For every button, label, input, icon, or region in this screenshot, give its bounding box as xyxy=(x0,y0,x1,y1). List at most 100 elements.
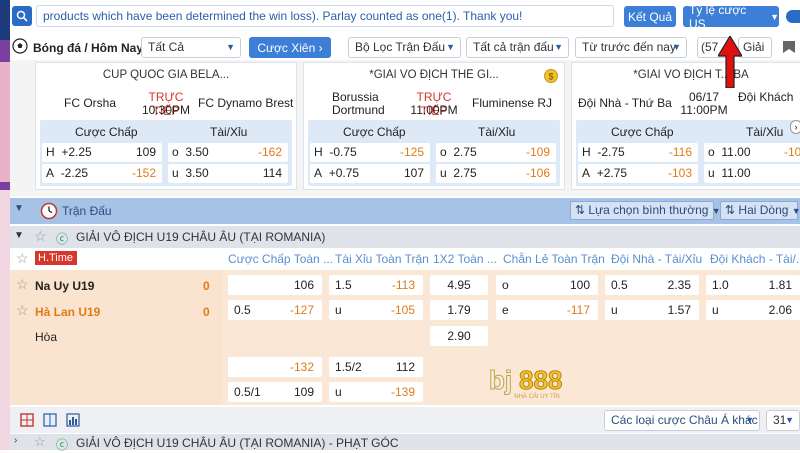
card-home-team: FC Orsha xyxy=(64,96,117,110)
col-away-ou[interactable]: Đội Khách - Tài/... xyxy=(710,252,800,266)
chevron-right-icon[interactable]: › xyxy=(790,120,800,134)
odds-cell[interactable]: H +2.25 109 xyxy=(42,143,162,162)
odds-value: 1.79 xyxy=(447,303,471,317)
odds-cell[interactable]: o 100 xyxy=(496,275,598,295)
col-over-under[interactable]: Tài Xỉu Toàn Trận xyxy=(335,252,429,266)
all-matches-select[interactable]: Tất cả trận đấu ▼ xyxy=(466,37,569,58)
odds-cell[interactable]: u -139 xyxy=(329,382,423,402)
star-icon[interactable]: ☆ xyxy=(16,250,29,267)
odds-cell[interactable]: o 3.50 -162 xyxy=(168,143,288,162)
side-label: A xyxy=(582,166,591,180)
odds-value: -105 xyxy=(390,303,415,317)
coin-icon: $ xyxy=(544,69,558,83)
col-home-ou[interactable]: Đội Nhà - Tài/Xỉu xyxy=(611,252,702,266)
view-select[interactable]: ⇅ Lựa chọn bình thường ▼ xyxy=(570,201,721,220)
odds-cell[interactable]: -132 xyxy=(228,357,322,377)
odds-cell[interactable]: 1.0 1.81 xyxy=(706,275,800,295)
chevron-down-icon[interactable]: ▼ xyxy=(14,230,24,241)
star-icon[interactable]: ☆ xyxy=(16,276,29,293)
col-1x2[interactable]: 1X2 Toàn ... xyxy=(433,252,497,266)
match-filter-select[interactable]: Bộ Lọc Trận Đấu ▼ xyxy=(348,37,461,58)
line-value: 11.00 xyxy=(721,166,751,180)
card-handicap-header: Cược Chấp xyxy=(611,125,674,139)
line-value: 0.5/1 xyxy=(234,385,261,399)
odds-cell[interactable]: u 1.57 xyxy=(605,300,699,320)
odds-cell[interactable]: u 2.75 -106 xyxy=(436,164,556,183)
odds-cell[interactable]: u 2.06 xyxy=(706,300,800,320)
star-icon[interactable]: ☆ xyxy=(34,434,46,450)
chevron-down-icon: ▼ xyxy=(672,42,681,52)
odds-cell[interactable]: 1.79 xyxy=(430,300,488,320)
col-handicap[interactable]: Cược Chấp Toàn ... xyxy=(228,252,333,266)
odds-cell[interactable]: A -2.25 -152 xyxy=(42,164,162,183)
odds-cell[interactable]: 0.5 -127 xyxy=(228,300,322,320)
odds-value: 2.35 xyxy=(667,278,691,292)
chevron-right-icon[interactable]: › xyxy=(14,435,17,446)
odds-cell[interactable]: 0.5/1 109 xyxy=(228,382,322,402)
home-team: Na Uy U19 xyxy=(35,279,95,293)
odds-cell[interactable]: H -0.75 -125 xyxy=(310,143,430,162)
odds-format-select[interactable]: Tỷ lệ cược US ▼ xyxy=(683,3,779,31)
toggle-switch[interactable] xyxy=(786,10,800,23)
league-select[interactable]: Giải xyxy=(738,37,772,58)
line-value: 3.50 xyxy=(185,166,209,180)
odds-cell[interactable]: e -117 xyxy=(496,300,598,320)
featured-card[interactable]: *GIẢI VÔ ĐỊCH THẾ GI... $ Borussia Dortm… xyxy=(303,62,565,190)
lines-select-value: Hai Dòng xyxy=(738,203,789,217)
next-league-bar[interactable]: › ☆ ⓒ GIẢI VÔ ĐỊCH U19 CHÂU ÂU (TẠI ROMA… xyxy=(10,434,800,452)
parlay-button[interactable]: Cược Xiên › xyxy=(249,37,331,58)
league-bar[interactable]: ▼ ☆ ⓒ GIẢI VÔ ĐỊCH U19 CHÂU ÂU (TẠI ROMA… xyxy=(10,226,800,248)
card-away-team: Đội Khách xyxy=(738,90,794,104)
col-odd-even[interactable]: Chẵn Lẻ Toàn Trận xyxy=(503,252,605,266)
stats-icon[interactable] xyxy=(66,413,80,427)
bet-count-select[interactable]: 31 ▼ xyxy=(766,410,800,431)
odds-cell[interactable]: 1.5 -113 xyxy=(329,275,423,295)
red-arrow-annotation xyxy=(718,36,742,88)
search-icon xyxy=(16,10,28,22)
filter-icon: ⇅ xyxy=(725,203,736,217)
chevron-down-icon: ▼ xyxy=(554,42,563,52)
odds-cell[interactable]: u 11.00 xyxy=(704,164,800,183)
card-odds: Cược Chấp Tài/Xỉu H -2.75 -116 o 11.00 -10… xyxy=(576,120,800,186)
svg-text:NHÀ CÁI UY TÍN: NHÀ CÁI UY TÍN xyxy=(514,393,559,400)
favorite-icon[interactable] xyxy=(781,40,797,54)
sort-select[interactable]: Từ trước đến nay ▼ xyxy=(575,37,687,58)
odds-cell[interactable]: u 3.50 114 xyxy=(168,164,288,183)
odds-cell[interactable]: 1.5/2 112 xyxy=(329,357,423,377)
chevron-down-icon[interactable]: ▼ xyxy=(14,203,24,214)
market-select[interactable]: Tất Cả ▼ xyxy=(141,37,241,58)
card-ou-header: Tài/Xỉu xyxy=(746,125,784,139)
featured-card[interactable]: *GIẢI VÔ ĐỊCH T... BA Đội Nhà - Thứ Ba 0… xyxy=(571,62,800,190)
odds-value: -117 xyxy=(566,303,590,317)
star-icon[interactable]: ☆ xyxy=(34,228,47,245)
featured-card[interactable]: CÚP QUỐC GIA BELA... FC Orsha TRỰC TIẾP … xyxy=(35,62,297,190)
live-icon: ⓒ xyxy=(56,438,69,452)
grid-icon[interactable] xyxy=(20,413,34,427)
lines-select[interactable]: ⇅ Hai Dòng ▼ xyxy=(720,201,800,220)
star-icon[interactable]: ☆ xyxy=(16,302,29,319)
line-value: 2.75 xyxy=(453,145,477,159)
card-ou-header: Tài/Xỉu xyxy=(478,125,516,139)
odds-value: 2.06 xyxy=(768,303,792,317)
odds-cell[interactable]: 2.90 xyxy=(430,326,488,346)
other-bets-select[interactable]: Các loại cược Châu Á khác ▼ xyxy=(604,410,760,431)
chevron-down-icon: ▼ xyxy=(785,415,794,425)
line-value: 1.0 xyxy=(712,278,729,292)
odds-cell[interactable]: 0.5 2.35 xyxy=(605,275,699,295)
odds-cell[interactable]: H -2.75 -116 xyxy=(578,143,698,162)
side-label: H xyxy=(46,145,55,159)
odds-cell[interactable]: A +2.75 -103 xyxy=(578,164,698,183)
odds-cell[interactable]: u -105 xyxy=(329,300,423,320)
odds-cell[interactable]: o 2.75 -109 xyxy=(436,143,556,162)
odds-cell[interactable]: 4.95 xyxy=(430,275,488,295)
search-button[interactable] xyxy=(12,6,32,26)
odds-value: -109 xyxy=(525,145,550,159)
odds-cell[interactable]: A +0.75 107 xyxy=(310,164,430,183)
odds-cell[interactable]: o 11.00 -106 xyxy=(704,143,800,162)
svg-text:888: 888 xyxy=(519,365,562,395)
odds-cell[interactable]: 106 xyxy=(228,275,322,295)
odds-value: 1.81 xyxy=(768,278,792,292)
field-icon[interactable] xyxy=(43,413,57,427)
results-button[interactable]: Kết Quả xyxy=(624,6,676,27)
side-label: u xyxy=(708,166,715,180)
